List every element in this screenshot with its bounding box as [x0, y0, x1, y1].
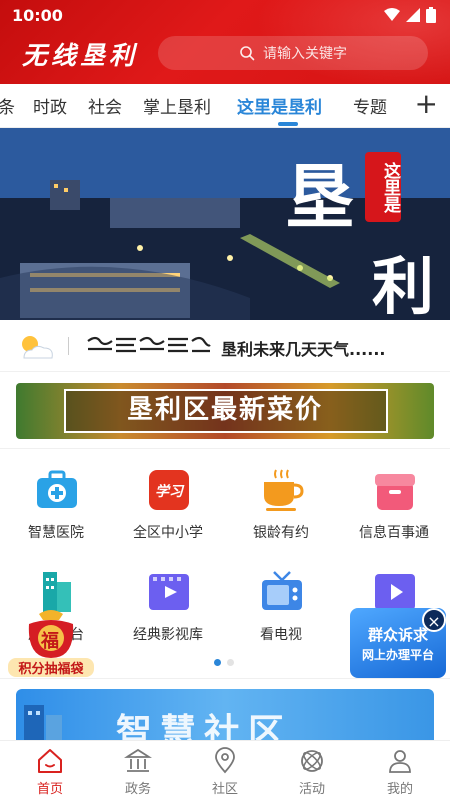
- tab-this-is-kenli[interactable]: 这里是垦利: [237, 93, 322, 118]
- nav-activity[interactable]: 活动: [267, 747, 357, 799]
- weather-scroll-icon: [87, 336, 211, 353]
- government-icon: [124, 748, 152, 772]
- nav-label: 社区: [211, 782, 238, 797]
- app-header: 10:00 无线垦利 请输入关键字: [0, 0, 450, 84]
- grid-schools[interactable]: 学习 全区中小学: [113, 468, 223, 544]
- section-divider: [0, 448, 450, 449]
- search-placeholder: 请输入关键字: [263, 46, 347, 62]
- weather-row[interactable]: 垦利未来几天天气......: [0, 320, 450, 372]
- film-icon: [149, 574, 189, 610]
- close-icon[interactable]: ×: [422, 608, 446, 632]
- nav-government[interactable]: 政务: [93, 747, 183, 799]
- tv-icon: [262, 571, 302, 610]
- price-banner-text: 垦利区最新菜价: [126, 395, 323, 425]
- grid-smart-hospital[interactable]: 智慧医院: [1, 468, 111, 544]
- status-bar: 10:00: [0, 0, 450, 30]
- grid-label: 信息百事通: [359, 525, 429, 541]
- section-divider: [0, 678, 450, 679]
- tab-kenli-mobile[interactable]: 掌上垦利: [143, 93, 211, 118]
- home-icon: [38, 749, 62, 773]
- nav-profile[interactable]: 我的: [355, 747, 445, 799]
- lucky-bag-float[interactable]: 福 积分抽福袋: [8, 606, 94, 678]
- nav-label: 活动: [298, 782, 325, 797]
- location-icon: [215, 747, 235, 774]
- tab-society[interactable]: 社会: [88, 93, 122, 118]
- nav-label: 政务: [124, 782, 151, 797]
- banner-title-2: 利: [372, 250, 435, 320]
- tab-news[interactable]: 条: [0, 93, 15, 118]
- weather-text: 垦利未来几天天气......: [221, 340, 386, 359]
- svg-text:学习: 学习: [155, 483, 185, 500]
- community-title: 智慧社区: [116, 712, 293, 741]
- search-icon: [240, 46, 255, 61]
- nav-label: 我的: [386, 782, 413, 797]
- bottom-navigation: 首页 政务 社区 活动 我的: [0, 740, 450, 800]
- nav-home[interactable]: 首页: [5, 747, 95, 799]
- wifi-icon: [384, 8, 400, 21]
- add-tab-icon[interactable]: +: [415, 88, 438, 120]
- grid-film-library[interactable]: 经典影视库: [113, 570, 223, 646]
- banner-seal: 这里是: [365, 152, 401, 222]
- grid-label: 经典影视库: [133, 627, 203, 643]
- grid-label: 智慧医院: [28, 525, 84, 541]
- page-indicator: [214, 659, 234, 666]
- grid-label: 看电视: [260, 627, 302, 643]
- tab-politics[interactable]: 时政: [33, 93, 67, 118]
- vegetable-price-banner[interactable]: 垦利区最新菜价: [16, 383, 434, 439]
- smart-community-banner[interactable]: 智慧社区: [16, 689, 434, 741]
- app-logo: 无线垦利: [22, 41, 139, 70]
- category-tabs: 条 时政 社会 掌上垦利 这里是垦利 专题 +: [0, 84, 450, 128]
- partly-cloudy-icon: [22, 336, 53, 359]
- status-icons: [384, 7, 436, 23]
- lucky-bag-caption: 积分抽福袋: [8, 658, 94, 677]
- info-box-icon: [375, 474, 415, 510]
- grid-watch-tv[interactable]: 看电视: [226, 570, 336, 646]
- tea-cup-icon: [264, 469, 304, 511]
- tab-special[interactable]: 专题: [353, 93, 387, 118]
- battery-icon: [426, 7, 436, 23]
- appeal-subtitle: 网上办理平台: [361, 648, 434, 662]
- nav-community[interactable]: 社区: [180, 747, 270, 799]
- activity-icon: [301, 750, 323, 772]
- search-bar[interactable]: 请输入关键字: [158, 36, 428, 70]
- nav-label: 首页: [36, 782, 63, 797]
- grid-label: 全区中小学: [133, 525, 203, 541]
- signal-icon: [406, 8, 420, 22]
- grid-senior-appointment[interactable]: 银龄有约: [226, 468, 336, 544]
- banner-title-1: 垦: [285, 156, 355, 239]
- weather-divider: [68, 337, 69, 355]
- active-tab-indicator: [278, 122, 298, 126]
- page-dot: [227, 659, 234, 666]
- school-icon: 学习: [149, 470, 189, 510]
- grid-info-service[interactable]: 信息百事通: [339, 468, 449, 544]
- hospital-icon: [37, 470, 77, 508]
- grid-label: 银龄有约: [253, 525, 309, 541]
- page-dot-active: [214, 659, 221, 666]
- hero-banner[interactable]: 垦 利 这里是: [0, 128, 450, 320]
- community-building-illustration: [24, 705, 62, 741]
- lucky-bag-char: 福: [41, 631, 59, 652]
- user-icon: [389, 750, 411, 773]
- status-time: 10:00: [12, 6, 63, 25]
